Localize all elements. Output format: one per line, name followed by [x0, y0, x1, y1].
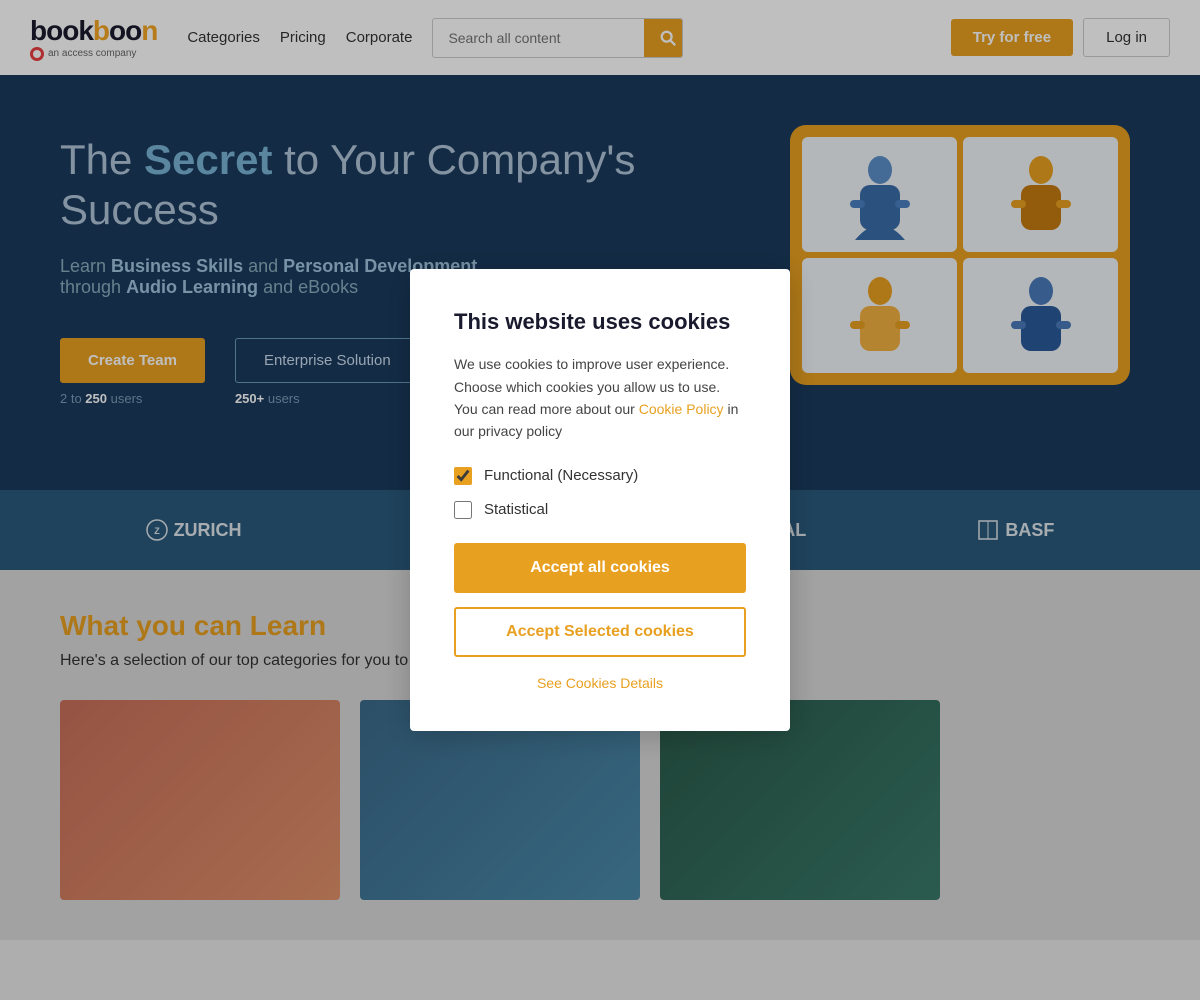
- statistical-label: Statistical: [484, 501, 548, 518]
- cookie-title: This website uses cookies: [454, 309, 746, 335]
- cookie-policy-link[interactable]: Cookie Policy: [639, 401, 724, 417]
- functional-checkbox[interactable]: [454, 467, 472, 485]
- see-cookies-link[interactable]: See Cookies Details: [454, 675, 746, 691]
- accept-all-button[interactable]: Accept all cookies: [454, 543, 746, 593]
- cookie-modal: This website uses cookies We use cookies…: [410, 269, 790, 731]
- functional-label: Functional (Necessary): [484, 467, 638, 484]
- cookie-options: Functional (Necessary) Statistical: [454, 467, 746, 519]
- cookie-description: We use cookies to improve user experienc…: [454, 353, 746, 443]
- accept-selected-button[interactable]: Accept Selected cookies: [454, 607, 746, 657]
- statistical-checkbox[interactable]: [454, 501, 472, 519]
- cookie-option-statistical: Statistical: [454, 501, 746, 519]
- cookie-option-functional: Functional (Necessary): [454, 467, 746, 485]
- cookie-overlay: This website uses cookies We use cookies…: [0, 0, 1200, 1000]
